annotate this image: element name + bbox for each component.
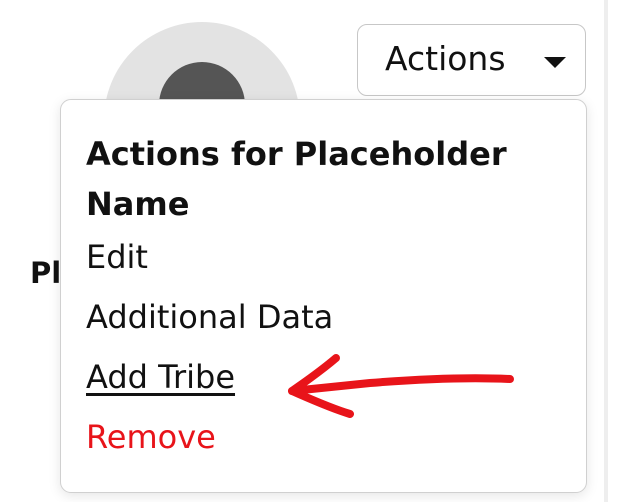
page-divider — [604, 0, 608, 502]
caret-down-icon — [544, 57, 566, 68]
menu-item-edit[interactable]: Edit — [86, 237, 148, 277]
actions-button-label: Actions — [385, 39, 506, 78]
menu-item-additional-data[interactable]: Additional Data — [86, 297, 333, 337]
actions-menu: Actions for Placeholder Name Edit Additi… — [60, 99, 587, 493]
menu-header: Actions for Placeholder Name — [86, 135, 507, 223]
menu-item-remove[interactable]: Remove — [86, 417, 216, 457]
menu-item-add-tribe[interactable]: Add Tribe — [86, 357, 235, 397]
actions-dropdown-button[interactable]: Actions — [357, 24, 586, 96]
page: Pl Actions Actions for Placeholder Name … — [0, 0, 620, 502]
